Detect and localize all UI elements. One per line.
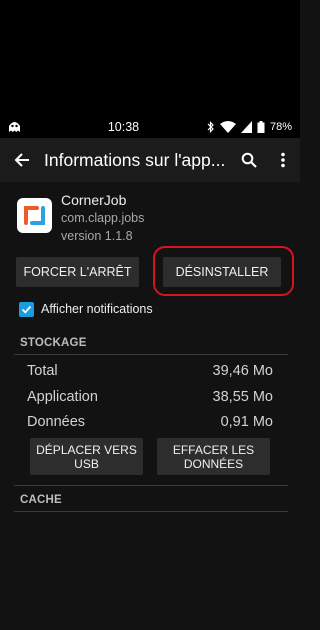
- move-to-usb-button[interactable]: DÉPLACER VERS USB: [30, 438, 143, 475]
- force-stop-button[interactable]: FORCER L'ARRÊT: [16, 257, 139, 287]
- cornerjob-logo-icon: [24, 206, 45, 225]
- storage-header: STOCKAGE: [20, 337, 87, 349]
- app-icon: [17, 198, 52, 233]
- app-toolbar: Informations sur l'app...: [0, 138, 300, 182]
- battery-icon: [257, 121, 265, 133]
- storage-divider: [14, 354, 288, 355]
- top-black-area: [0, 0, 300, 116]
- storage-value: 39,46 Mo: [212, 363, 273, 379]
- signal-icon: [240, 121, 252, 133]
- overflow-menu-button[interactable]: [266, 138, 300, 182]
- clear-data-button[interactable]: EFFACER LES DONNÉES: [157, 438, 270, 475]
- app-header: CornerJob com.clapp.jobs version 1.1.8: [0, 190, 300, 250]
- page-title: Informations sur l'app...: [44, 149, 226, 170]
- status-time: 10:38: [107, 120, 140, 134]
- back-button[interactable]: [0, 138, 44, 182]
- highlight-annotation: [153, 246, 294, 296]
- storage-value: 38,55 Mo: [212, 389, 273, 405]
- notifications-checkbox[interactable]: [19, 301, 34, 317]
- storage-bottom-divider: [14, 485, 288, 486]
- battery-percent: 78%: [269, 121, 292, 133]
- status-bar: 10:38 78%: [0, 116, 300, 138]
- status-left: [0, 121, 40, 133]
- cache-divider: [14, 511, 288, 512]
- search-button[interactable]: [232, 138, 266, 182]
- search-icon: [241, 152, 257, 168]
- app-name: CornerJob: [61, 192, 127, 208]
- notifications-label: Afficher notifications: [41, 302, 153, 316]
- app-package: com.clapp.jobs: [61, 211, 145, 225]
- cache-header: CACHE: [20, 494, 62, 506]
- storage-row-data: Données 0,91 Mo: [27, 414, 273, 430]
- more-vert-icon: [281, 152, 285, 168]
- storage-row-application: Application 38,55 Mo: [27, 389, 273, 405]
- storage-row-total: Total 39,46 Mo: [27, 363, 273, 379]
- arrow-back-icon: [14, 153, 29, 167]
- app-version: version 1.1.8: [61, 229, 133, 243]
- storage-label: Application: [27, 389, 98, 405]
- storage-label: Données: [27, 414, 86, 430]
- storage-value: 0,91 Mo: [220, 414, 273, 430]
- status-icons: 78%: [207, 121, 300, 133]
- bluetooth-icon: [207, 121, 214, 133]
- check-icon: [21, 305, 32, 314]
- ghost-icon: [9, 122, 20, 132]
- wifi-icon: [219, 121, 236, 133]
- storage-label: Total: [27, 363, 58, 379]
- notifications-toggle[interactable]: Afficher notifications: [19, 300, 153, 318]
